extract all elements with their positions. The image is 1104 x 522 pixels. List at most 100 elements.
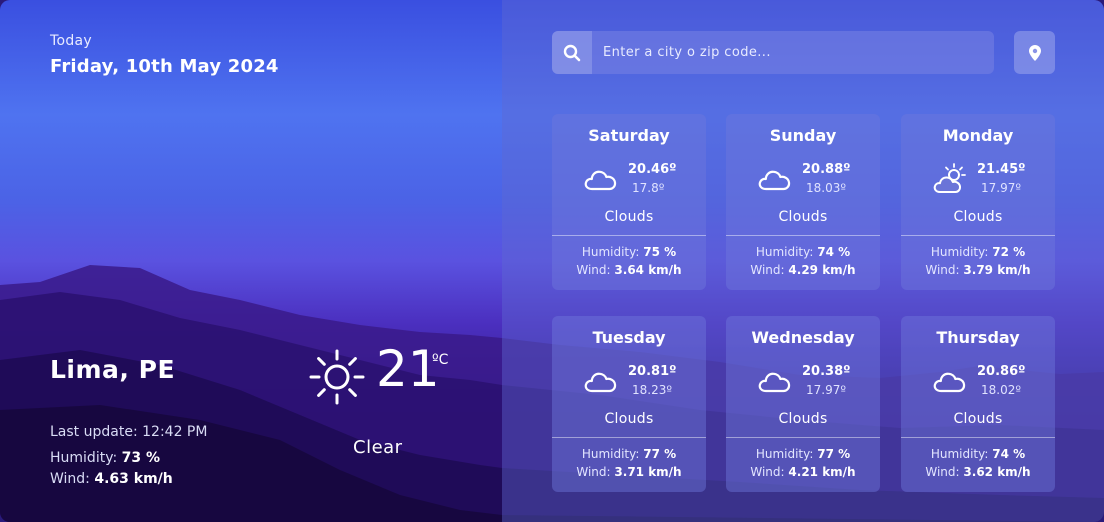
forecast-max-temp: 21.45º — [977, 162, 1026, 177]
humidity-value: 77 % — [643, 447, 677, 461]
sun-icon — [309, 349, 365, 405]
search-icon — [563, 44, 581, 61]
map-pin-icon — [1028, 44, 1041, 61]
forecast-max-temp: 20.46º — [628, 162, 677, 177]
cloud-icon — [757, 363, 793, 399]
humidity-label: Humidity: — [581, 245, 640, 259]
city-name: Lima, PE — [50, 355, 176, 384]
forecast-humidity: Humidity: 77 % — [726, 447, 880, 461]
forecast-max-temp: 20.88º — [802, 162, 851, 177]
forecast-description: Clouds — [953, 411, 1003, 427]
sun-cloud-icon — [932, 161, 968, 197]
forecast-humidity: Humidity: 74 % — [901, 447, 1055, 461]
forecast-wind: Wind: 3.62 km/h — [901, 465, 1055, 479]
cloud-icon — [757, 161, 793, 197]
wind-value: 4.21 km/h — [788, 465, 856, 479]
card-divider — [552, 235, 706, 236]
current-date: Friday, 10th May 2024 — [50, 56, 279, 77]
humidity-value: 74 % — [992, 447, 1026, 461]
forecast-wind: Wind: 4.21 km/h — [726, 465, 880, 479]
card-divider — [552, 437, 706, 438]
current-wind: Wind: 4.63 km/h — [50, 471, 173, 487]
humidity-label: Humidity: — [755, 245, 814, 259]
forecast-humidity: Humidity: 74 % — [726, 245, 880, 259]
wind-label: Wind: — [925, 465, 960, 479]
forecast-humidity: Humidity: 77 % — [552, 447, 706, 461]
forecast-description: Clouds — [953, 209, 1003, 225]
humidity-value: 74 % — [817, 245, 851, 259]
wind-value: 3.62 km/h — [963, 465, 1031, 479]
forecast-day: Wednesday — [751, 328, 855, 347]
today-label: Today — [50, 33, 92, 49]
location-button[interactable] — [1014, 31, 1055, 74]
forecast-humidity: Humidity: 75 % — [552, 245, 706, 259]
humidity-label: Humidity: — [930, 245, 989, 259]
forecast-min-temp: 18.02º — [981, 383, 1022, 397]
search-bar — [552, 31, 994, 74]
wind-value: 4.63 km/h — [94, 471, 173, 487]
forecast-description: Clouds — [604, 209, 654, 225]
forecast-max-temp: 20.38º — [802, 364, 851, 379]
forecast-min-temp: 17.97º — [806, 383, 847, 397]
forecast-day: Monday — [942, 126, 1014, 145]
wind-value: 4.29 km/h — [788, 263, 856, 277]
forecast-day: Thursday — [936, 328, 1020, 347]
forecast-min-temp: 18.23º — [632, 383, 673, 397]
forecast-card: Monday 21.45º 17.97º Clouds Humidity: 72 % Wi… — [901, 114, 1055, 290]
card-divider — [901, 437, 1055, 438]
humidity-value: 72 % — [992, 245, 1026, 259]
current-description: Clear — [353, 437, 403, 458]
forecast-min-temp: 17.97º — [981, 181, 1022, 195]
forecast-day: Saturday — [588, 126, 670, 145]
current-humidity: Humidity: 73 % — [50, 450, 160, 466]
search-button[interactable] — [552, 31, 592, 74]
forecast-card: Thursday 20.86º 18.02º Clouds Humidity: 74 %… — [901, 316, 1055, 492]
humidity-label: Humidity: — [930, 447, 989, 461]
card-divider — [726, 235, 880, 236]
humidity-label: Humidity: — [581, 447, 640, 461]
forecast-wind: Wind: 3.64 km/h — [552, 263, 706, 277]
temperature-unit: ºC — [432, 352, 449, 368]
forecast-description: Clouds — [604, 411, 654, 427]
humidity-label: Humidity: — [755, 447, 814, 461]
wind-value: 3.71 km/h — [614, 465, 682, 479]
forecast-card: Wednesday 20.38º 17.97º Clouds Humidity: 77 … — [726, 316, 880, 492]
forecast-card: Saturday 20.46º 17.8º Clouds Humidity: 75 % W… — [552, 114, 706, 290]
forecast-min-temp: 17.8º — [632, 181, 665, 195]
wind-label: Wind: — [750, 465, 785, 479]
forecast-description: Clouds — [778, 411, 828, 427]
forecast-wind: Wind: 4.29 km/h — [726, 263, 880, 277]
last-update-time: 12:42 PM — [142, 424, 208, 440]
cloud-icon — [932, 363, 968, 399]
card-divider — [726, 437, 880, 438]
forecast-max-temp: 20.81º — [628, 364, 677, 379]
forecast-max-temp: 20.86º — [977, 364, 1026, 379]
wind-label: Wind: — [50, 471, 90, 487]
forecast-card: Tuesday 20.81º 18.23º Clouds Humidity: 77 % W… — [552, 316, 706, 492]
forecast-wind: Wind: 3.79 km/h — [901, 263, 1055, 277]
humidity-value: 77 % — [817, 447, 851, 461]
wind-value: 3.79 km/h — [963, 263, 1031, 277]
wind-label: Wind: — [925, 263, 960, 277]
forecast-day: Tuesday — [592, 328, 666, 347]
card-divider — [901, 235, 1055, 236]
forecast-humidity: Humidity: 72 % — [901, 245, 1055, 259]
wind-value: 3.64 km/h — [614, 263, 682, 277]
wind-label: Wind: — [750, 263, 785, 277]
forecast-description: Clouds — [778, 209, 828, 225]
wind-label: Wind: — [576, 465, 611, 479]
humidity-label: Humidity: — [50, 450, 118, 466]
wind-label: Wind: — [576, 263, 611, 277]
last-update: Last update: 12:42 PM — [50, 424, 207, 440]
forecast-min-temp: 18.03º — [806, 181, 847, 195]
forecast-wind: Wind: 3.71 km/h — [552, 465, 706, 479]
humidity-value: 73 % — [121, 450, 161, 466]
forecast-card: Sunday 20.88º 18.03º Clouds Humidity: 74 % Wi… — [726, 114, 880, 290]
forecast-day: Sunday — [769, 126, 837, 145]
humidity-value: 75 % — [643, 245, 677, 259]
current-temperature: 21 — [376, 340, 440, 398]
last-update-label: Last update: — [50, 424, 138, 440]
search-input[interactable] — [592, 31, 994, 74]
cloud-icon — [583, 363, 619, 399]
cloud-icon — [583, 161, 619, 197]
